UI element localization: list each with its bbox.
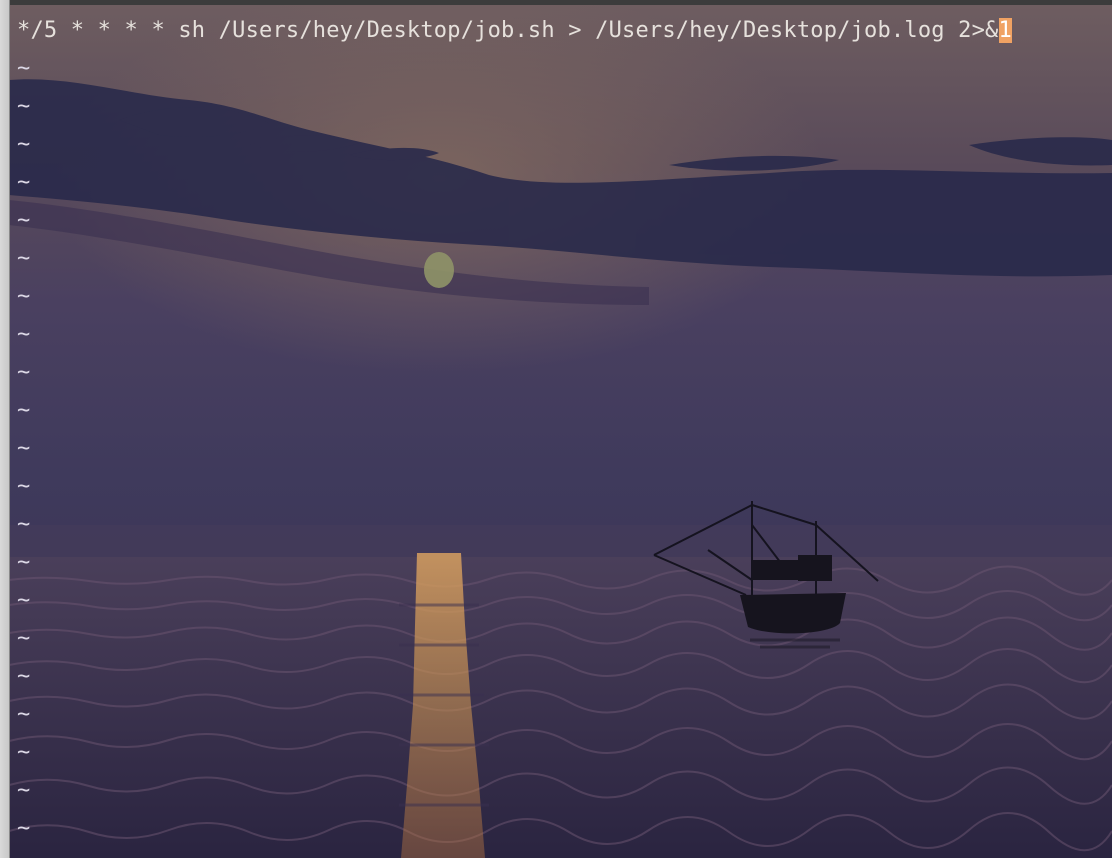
empty-line-tilde: ~ xyxy=(17,56,31,81)
empty-line-tilde: ~ xyxy=(17,94,31,119)
empty-line-tilde: ~ xyxy=(17,664,31,689)
empty-line-tilde: ~ xyxy=(17,322,31,347)
empty-line-tilde: ~ xyxy=(17,626,31,651)
empty-line-tilde: ~ xyxy=(17,208,31,233)
empty-line-tilde: ~ xyxy=(17,474,31,499)
empty-line-tilde: ~ xyxy=(17,816,31,841)
empty-line-tilde: ~ xyxy=(17,550,31,575)
empty-line-tilde: ~ xyxy=(17,170,31,195)
empty-line-markers: ~ ~ ~ ~ ~ ~ ~ ~ ~ ~ ~ ~ ~ ~ ~ ~ ~ ~ ~ ~ ~ xyxy=(17,50,1012,848)
empty-line-tilde: ~ xyxy=(17,360,31,385)
crontab-entry-line[interactable]: */5 * * * * sh /Users/hey/Desktop/job.sh… xyxy=(17,12,1012,50)
empty-line-tilde: ~ xyxy=(17,436,31,461)
empty-line-tilde: ~ xyxy=(17,246,31,271)
text-cursor: 1 xyxy=(998,18,1012,43)
empty-line-tilde: ~ xyxy=(17,398,31,423)
empty-line-tilde: ~ xyxy=(17,588,31,613)
terminal-window[interactable]: */5 * * * * sh /Users/hey/Desktop/job.sh… xyxy=(0,0,1112,858)
window-left-edge xyxy=(0,0,10,858)
empty-line-tilde: ~ xyxy=(17,778,31,803)
window-top-edge xyxy=(0,0,1112,5)
command-text: */5 * * * * sh /Users/hey/Desktop/job.sh… xyxy=(17,18,999,43)
empty-line-tilde: ~ xyxy=(17,740,31,765)
empty-line-tilde: ~ xyxy=(17,284,31,309)
empty-line-tilde: ~ xyxy=(17,132,31,157)
empty-line-tilde: ~ xyxy=(17,512,31,537)
empty-line-tilde: ~ xyxy=(17,702,31,727)
editor-buffer[interactable]: */5 * * * * sh /Users/hey/Desktop/job.sh… xyxy=(17,12,1012,848)
